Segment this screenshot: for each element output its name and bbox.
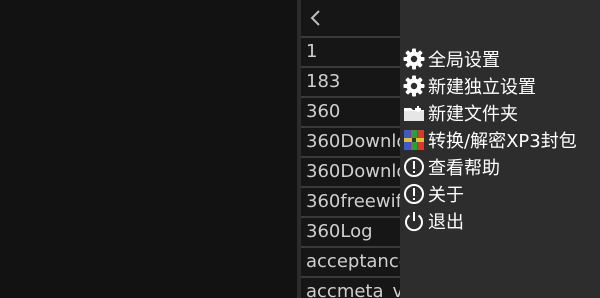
menu-item-label: 退出 (428, 211, 464, 233)
menu-list: 全局设置 新建独立设置 新建文件夹 转换/解密XP3封包 查看帮助 关于 退出 (402, 45, 577, 234)
power-icon (402, 209, 426, 233)
back-button[interactable] (301, 0, 406, 38)
menu-item-new-folder[interactable]: 新建文件夹 (402, 99, 577, 126)
menu-item-help[interactable]: 查看帮助 (402, 153, 577, 180)
empty-left-pane (0, 0, 297, 298)
file-list-item[interactable]: 183 (301, 68, 406, 98)
app-screen: 1 183 360 360Downlo 360Downlo 360freewif… (0, 0, 600, 298)
menu-item-label: 新建文件夹 (428, 103, 518, 125)
menu-item-new-independent-settings[interactable]: 新建独立设置 (402, 72, 577, 99)
menu-item-label: 转换/解密XP3封包 (428, 130, 577, 152)
file-list-pane: 1 183 360 360Downlo 360Downlo 360freewif… (301, 0, 406, 298)
options-menu: 全局设置 新建独立设置 新建文件夹 转换/解密XP3封包 查看帮助 关于 退出 (400, 0, 600, 298)
file-list-item[interactable]: 360freewifi (301, 188, 406, 218)
info-icon (402, 155, 426, 179)
file-list-item[interactable]: accmeta_vo (301, 278, 406, 298)
menu-item-label: 关于 (428, 184, 464, 206)
menu-item-about[interactable]: 关于 (402, 180, 577, 207)
menu-item-label: 新建独立设置 (428, 76, 536, 98)
file-list-item[interactable]: 360Downlo (301, 128, 406, 158)
file-list-item[interactable]: 360Downlo (301, 158, 406, 188)
menu-item-label: 全局设置 (428, 49, 500, 71)
gear-icon (402, 47, 426, 71)
gear-icon (402, 74, 426, 98)
file-list-item[interactable]: 360 (301, 98, 406, 128)
file-list-item[interactable]: 360Log (301, 218, 406, 248)
archive-icon (402, 128, 426, 152)
menu-item-global-settings[interactable]: 全局设置 (402, 45, 577, 72)
folder-icon (402, 101, 426, 125)
chevron-left-icon (310, 10, 320, 26)
info-icon (402, 182, 426, 206)
file-list-item[interactable]: acceptance (301, 248, 406, 278)
file-list-item[interactable]: 1 (301, 38, 406, 68)
menu-item-label: 查看帮助 (428, 157, 500, 179)
menu-item-convert-xp3[interactable]: 转换/解密XP3封包 (402, 126, 577, 153)
menu-item-exit[interactable]: 退出 (402, 207, 577, 234)
